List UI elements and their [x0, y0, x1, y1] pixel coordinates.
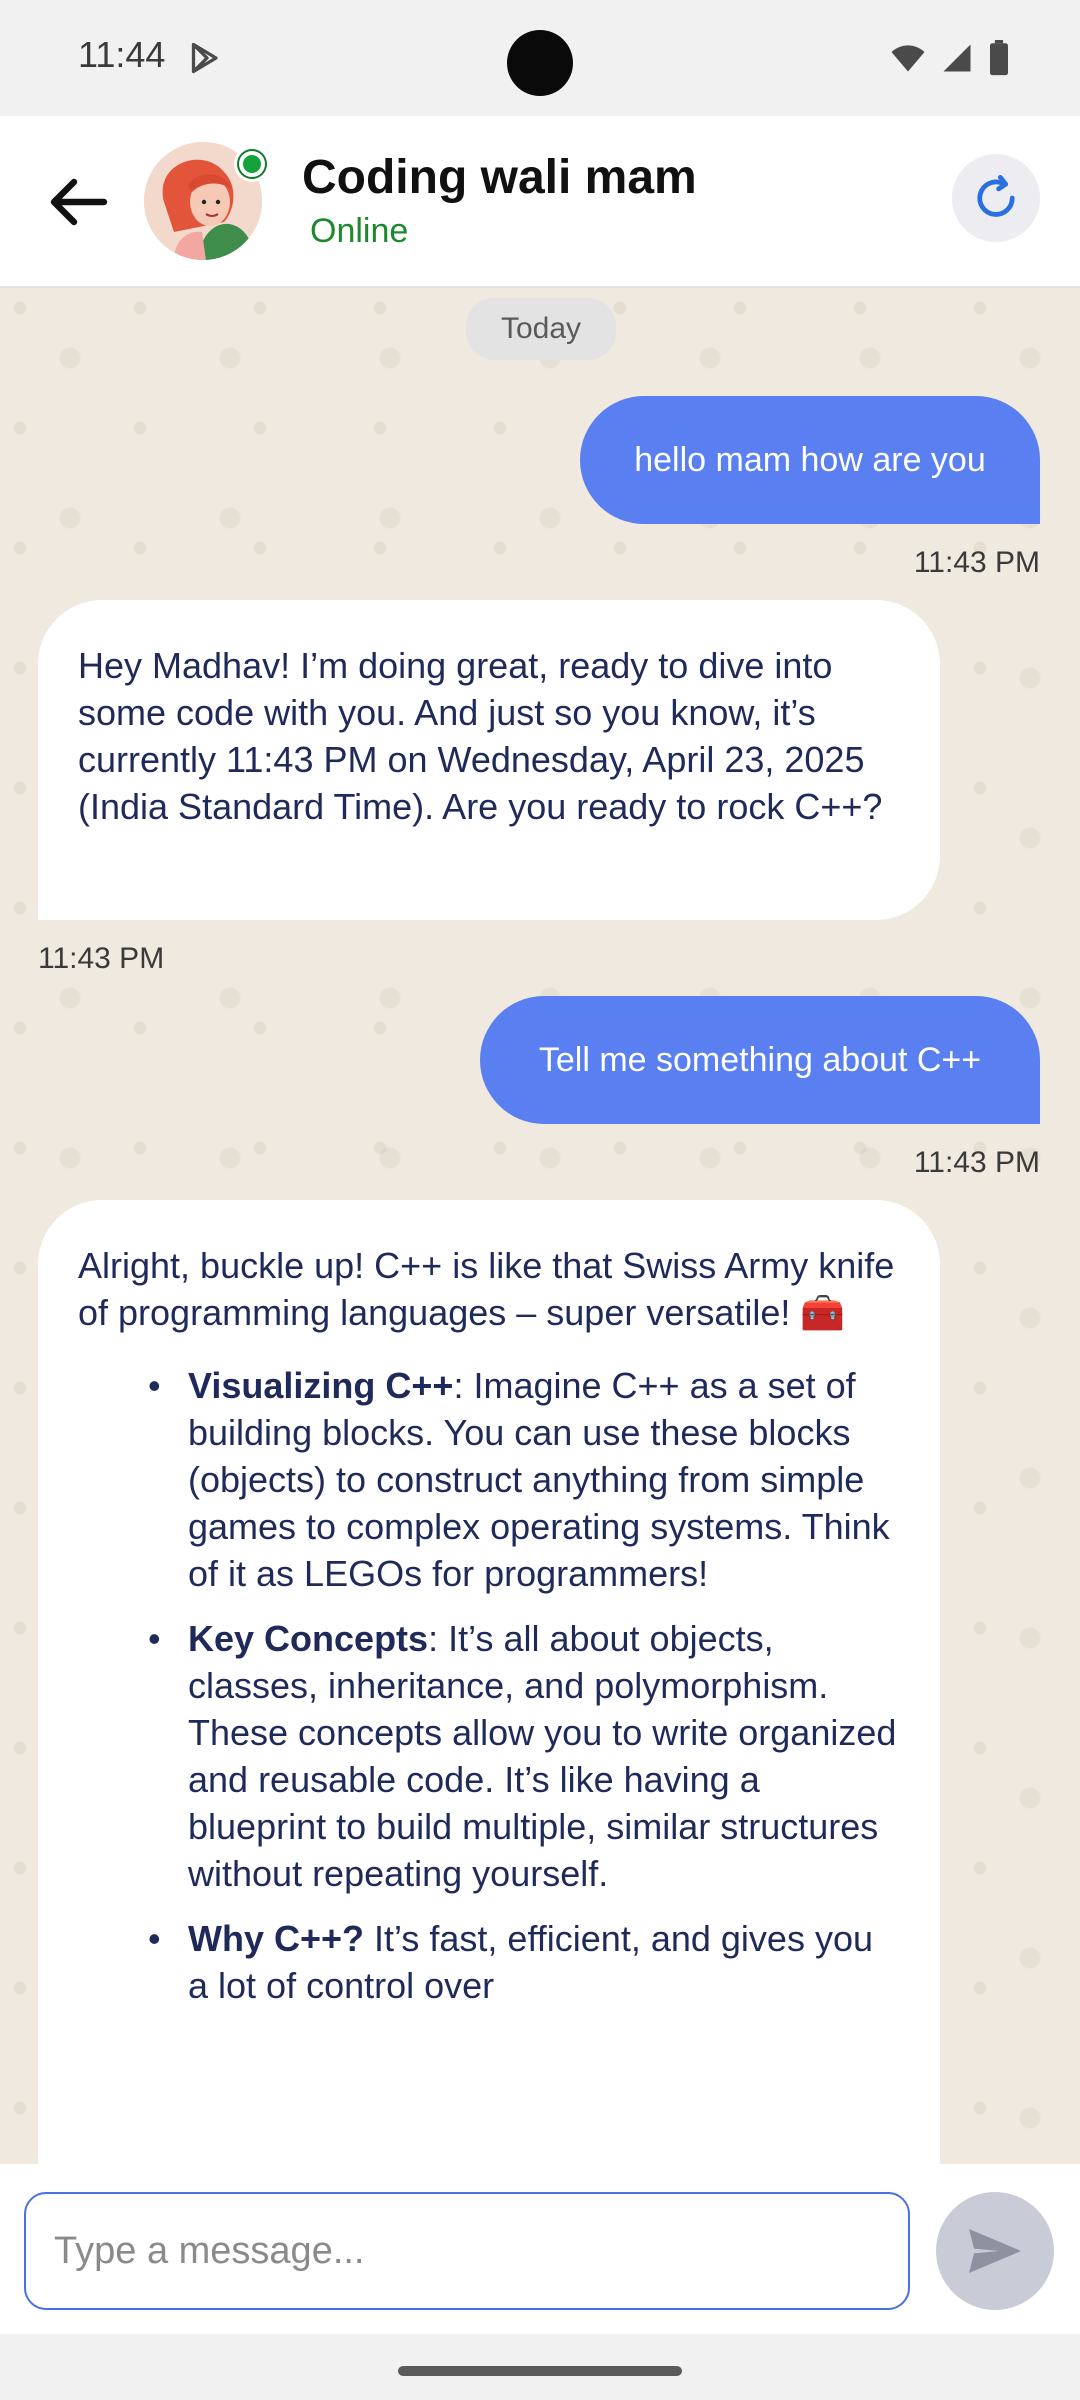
bullet-body: It’s all about objects, classes, inherit…: [188, 1618, 897, 1894]
wifi-icon: [891, 45, 925, 72]
play-store-icon: [191, 42, 218, 74]
chat-header: Coding wali mam Online: [0, 116, 1080, 288]
bullet-separator: :: [453, 1365, 464, 1406]
message-time: 11:43 PM: [913, 1146, 1040, 1179]
outgoing-message[interactable]: hello mam how are you: [580, 396, 1040, 524]
send-icon: [969, 2229, 1021, 2273]
incoming-message[interactable]: Alright, buckle up! C++ is like that Swi…: [38, 1200, 940, 2164]
message-intro: Alright, buckle up! C++ is like that Swi…: [78, 1245, 895, 1333]
home-indicator[interactable]: [398, 2366, 682, 2376]
incoming-message[interactable]: Hey Madhav! I’m doing great, ready to di…: [38, 600, 940, 920]
message-time: 11:43 PM: [913, 546, 1040, 579]
message-text: Tell me something about C++: [538, 1040, 982, 1079]
bullet-dot: •: [148, 1365, 161, 1406]
status-bar: 11:44: [0, 0, 1080, 116]
camera-cutout: [507, 30, 573, 96]
list-item: • Key Concepts: It’s all about objects, …: [78, 1615, 900, 1897]
outgoing-message[interactable]: Tell me something about C++: [480, 996, 1040, 1124]
status-time: 11:44: [78, 34, 166, 75]
message-time: 11:43 PM: [38, 942, 165, 975]
message-input[interactable]: [24, 2192, 910, 2310]
bullet-title: Key Concepts: [188, 1618, 429, 1659]
send-button[interactable]: [936, 2192, 1054, 2310]
bullet-title: Why C++?: [188, 1918, 365, 1959]
back-button[interactable]: [40, 168, 116, 236]
contact-status: Online: [310, 212, 409, 250]
status-icons: [890, 40, 1010, 76]
message-text: Hey Madhav! I’m doing great, ready to di…: [78, 645, 883, 827]
system-nav-bar: [0, 2334, 1080, 2400]
bullet-separator: :: [428, 1618, 439, 1659]
arrow-left-icon: [50, 178, 108, 226]
signal-icon: [943, 44, 971, 72]
bullet-title: Visualizing C++: [188, 1365, 454, 1406]
refresh-button[interactable]: [952, 154, 1040, 242]
contact-name: Coding wali mam: [302, 151, 697, 204]
message-text: hello mam how are you: [634, 440, 986, 479]
list-item: • Visualizing C++: Imagine C++ as a set …: [78, 1362, 900, 1597]
bullet-dot: •: [148, 1918, 161, 1959]
composer: [0, 2164, 1080, 2334]
message-bullet-list: • Visualizing C++: Imagine C++ as a set …: [78, 1362, 900, 2009]
list-item: • Why C++? It’s fast, efficient, and giv…: [78, 1915, 900, 2009]
date-chip: Today: [466, 298, 616, 360]
refresh-icon: [977, 175, 1015, 217]
bullet-dot: •: [148, 1618, 161, 1659]
battery-icon: [990, 40, 1008, 76]
online-indicator: [234, 146, 270, 182]
chat-messages[interactable]: Today hello mam how are you 11:43 PM Hey…: [0, 288, 1080, 2164]
